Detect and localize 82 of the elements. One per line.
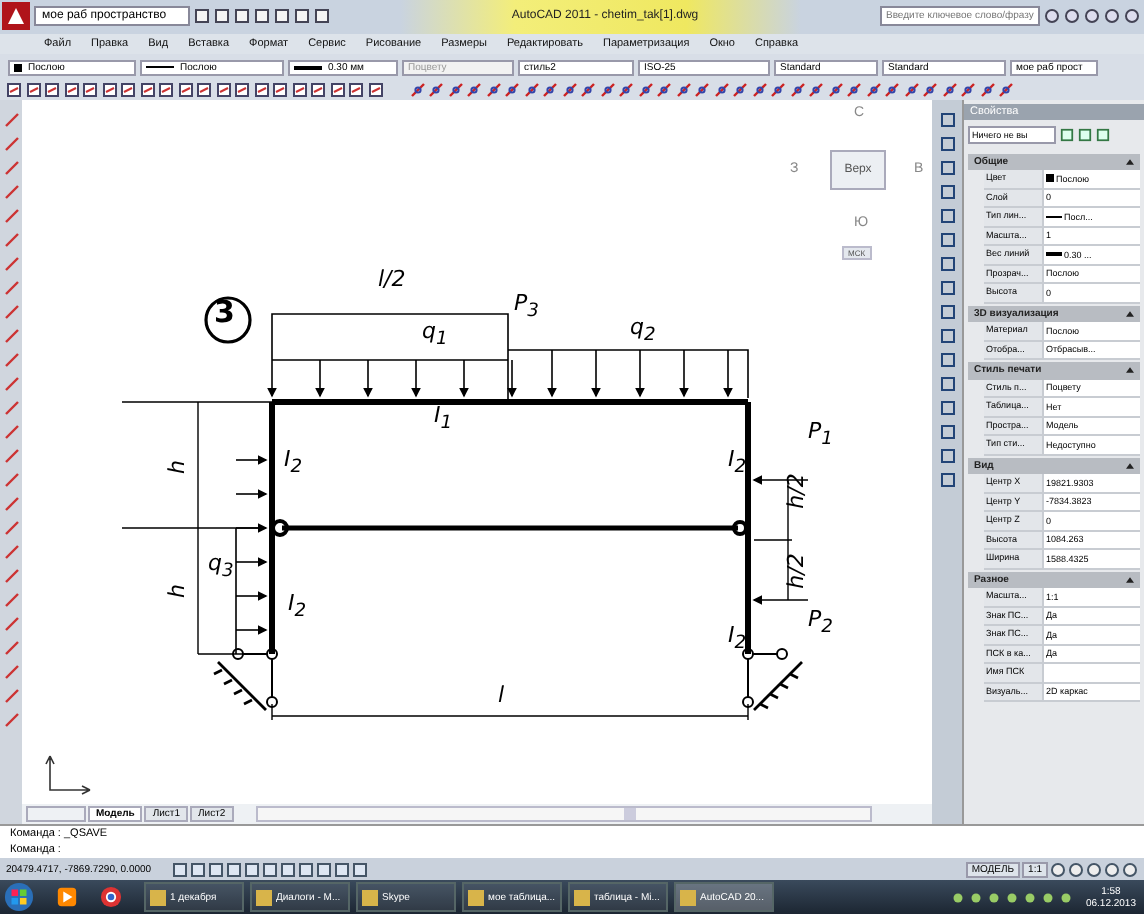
number-circle — [204, 295, 252, 344]
drawing-label: P$_{1}$ — [808, 419, 833, 449]
start-button-icon[interactable] — [4, 882, 34, 913]
toolbar-icon[interactable] — [101, 81, 117, 98]
drawing-label: l/2 — [378, 267, 406, 290]
horizontal-scrollbar[interactable] — [255, 805, 872, 822]
collapse-icon[interactable] — [1126, 309, 1134, 318]
toolbar-icon[interactable] — [6, 81, 22, 98]
toolbar-icon[interactable] — [770, 81, 786, 98]
toolbar-icon[interactable] — [447, 81, 463, 98]
toolbar-icon[interactable] — [941, 81, 957, 98]
toolbar-icon[interactable] — [561, 81, 577, 98]
toolbar-icon[interactable] — [599, 81, 615, 98]
browser-icon[interactable] — [100, 886, 122, 909]
ucs-icon — [45, 754, 91, 795]
toolbar-icon[interactable] — [884, 81, 900, 98]
toolbar-icon[interactable] — [504, 81, 520, 98]
toolbar-icon[interactable] — [637, 81, 653, 98]
drawing-label: P$_{2}$ — [808, 607, 833, 637]
toolbar-icon[interactable] — [713, 81, 729, 98]
toolbar-icon[interactable] — [367, 81, 383, 98]
drawing-label: I$_{2}$ — [728, 447, 747, 477]
toolbar-icon[interactable] — [827, 81, 843, 98]
media-player-icon[interactable] — [56, 886, 78, 909]
toolbar-icon[interactable] — [694, 81, 710, 98]
toolbar-icon[interactable] — [960, 81, 976, 98]
toolbar-icon[interactable] — [25, 81, 41, 98]
toolbar-icon[interactable] — [63, 81, 79, 98]
toolbar-icon[interactable] — [998, 81, 1014, 98]
toolbar-icon[interactable] — [215, 81, 231, 98]
toolbar-icon[interactable] — [120, 81, 136, 98]
drawing-label: q$_{1}$ — [422, 319, 448, 349]
drawing-label: h/2 — [784, 552, 807, 589]
toolbar-icon[interactable] — [979, 81, 995, 98]
drawing-label: I$_{2}$ — [288, 591, 307, 621]
toolbar-icon[interactable] — [542, 81, 558, 98]
toolbar-icon[interactable] — [158, 81, 174, 98]
collapse-icon[interactable] — [1126, 461, 1134, 470]
drawing-label: q$_{2}$ — [630, 315, 656, 345]
toolbar-icon[interactable] — [409, 81, 425, 98]
drawing-label: q$_{3}$ — [208, 551, 234, 581]
drawing-label: h — [166, 583, 188, 598]
drawing-label: I$_{2}$ — [284, 447, 303, 477]
toolbar-icon[interactable] — [82, 81, 98, 98]
toolbar-icon[interactable] — [485, 81, 501, 98]
toolbar-icon[interactable] — [903, 81, 919, 98]
toolbar-icon[interactable] — [348, 81, 364, 98]
toolbar-icon[interactable] — [808, 81, 824, 98]
toolbar-icon[interactable] — [253, 81, 269, 98]
toolbar-icon[interactable] — [177, 81, 193, 98]
drawing-label: l — [498, 683, 505, 706]
collapse-icon[interactable] — [1126, 366, 1134, 375]
drawing-label: P$_{3}$ — [514, 291, 539, 321]
toolbar-icon[interactable] — [789, 81, 805, 98]
collapse-icon[interactable] — [1126, 157, 1134, 166]
toolbar-icon[interactable] — [580, 81, 596, 98]
toolbar-icon[interactable] — [310, 81, 326, 98]
toolbar-icon[interactable] — [618, 81, 634, 98]
drawing-label: I$_{1}$ — [434, 403, 453, 433]
toolbar-icon[interactable] — [922, 81, 938, 98]
drawing-label: h — [166, 459, 188, 474]
toolbar-icon[interactable] — [656, 81, 672, 98]
app-logo-icon[interactable] — [2, 2, 30, 31]
collapse-icon[interactable] — [1126, 575, 1134, 584]
toolbar-icon[interactable] — [751, 81, 767, 98]
toolbar-icon[interactable] — [523, 81, 539, 98]
toolbar-icon[interactable] — [329, 81, 345, 98]
drawing-label: 3 — [214, 297, 235, 328]
toolbar-icon[interactable] — [139, 81, 155, 98]
toolbar-icon[interactable] — [272, 81, 288, 98]
toolbar-icon[interactable] — [428, 81, 444, 98]
drawing-label: h/2 — [784, 472, 807, 509]
toolbar-icon[interactable] — [675, 81, 691, 98]
toolbar-icon[interactable] — [291, 81, 307, 98]
toolbar-icon[interactable] — [865, 81, 881, 98]
toolbar-icon[interactable] — [466, 81, 482, 98]
toolbar-icon[interactable] — [196, 81, 212, 98]
toolbar-icon[interactable] — [846, 81, 862, 98]
toolbar-icon[interactable] — [44, 81, 60, 98]
drawing-label: I$_{2}$ — [728, 623, 747, 653]
toolbar-icon[interactable] — [732, 81, 748, 98]
toolbar-icon[interactable] — [234, 81, 250, 98]
